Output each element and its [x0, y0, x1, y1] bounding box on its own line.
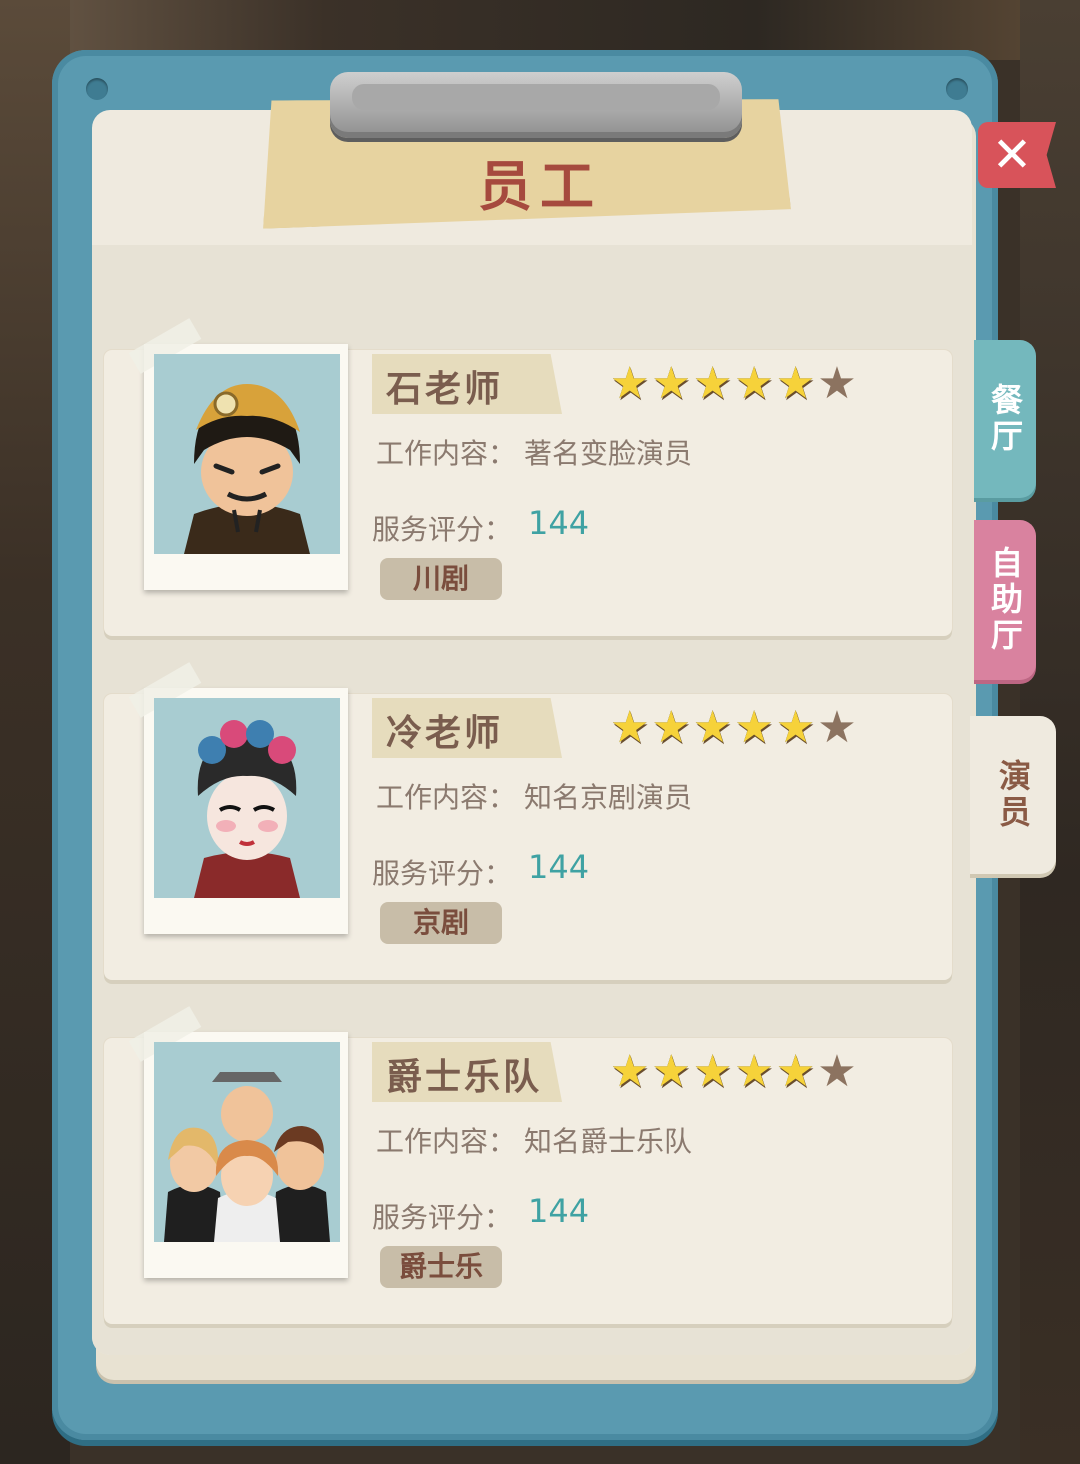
work-value: 著名变脸演员	[524, 437, 693, 470]
work-label: 工作内容：	[376, 781, 517, 814]
star-icon: ★	[651, 702, 691, 753]
work-value: 知名京剧演员	[524, 781, 693, 814]
screw-icon	[946, 78, 968, 100]
employee-photo	[128, 662, 348, 934]
face-changer-portrait-icon	[184, 384, 310, 554]
screw-icon	[86, 78, 108, 100]
tab-restaurant[interactable]: 餐厅	[974, 340, 1036, 498]
star-rating: ★ ★ ★ ★ ★ ★	[610, 706, 857, 750]
star-icon: ★	[817, 1046, 857, 1097]
star-icon: ★	[775, 702, 816, 753]
close-icon: ✕	[991, 127, 1033, 183]
employee-name: 冷老师	[386, 713, 504, 754]
work-value: 知名爵士乐队	[524, 1125, 693, 1158]
work-label: 工作内容：	[376, 437, 517, 470]
star-icon: ★	[692, 1046, 733, 1097]
clip-inner	[352, 84, 720, 110]
genre-tag: 京剧	[380, 902, 502, 944]
employee-photo	[128, 318, 348, 590]
star-icon: ★	[817, 358, 857, 409]
work-label: 工作内容：	[376, 1125, 517, 1158]
star-icon: ★	[651, 1046, 691, 1097]
tab-label: 自助厅	[986, 546, 1024, 654]
employee-card[interactable]: 石老师 ★ ★ ★ ★ ★ ★ 工作内容： 著名变脸演员 服务评分： 144 川剧	[104, 318, 952, 636]
star-icon: ★	[734, 1046, 774, 1097]
employee-card[interactable]: 冷老师 ★ ★ ★ ★ ★ ★ 工作内容： 知名京剧演员 服务评分： 144 京剧	[104, 662, 952, 980]
tab-label: 演员	[994, 759, 1032, 831]
tab-label: 餐厅	[986, 383, 1024, 455]
score-value: 144	[528, 1192, 590, 1230]
employee-name: 爵士乐队	[386, 1057, 543, 1098]
employee-photo	[128, 1006, 348, 1278]
star-icon: ★	[775, 358, 816, 409]
star-icon: ★	[692, 358, 733, 409]
peking-opera-portrait-icon	[194, 720, 300, 898]
star-icon: ★	[610, 702, 650, 753]
genre-tag: 川剧	[380, 558, 502, 600]
star-icon: ★	[651, 358, 691, 409]
score-label: 服务评分：	[372, 513, 513, 546]
star-icon: ★	[734, 358, 774, 409]
star-icon: ★	[775, 1046, 816, 1097]
star-rating: ★ ★ ★ ★ ★ ★	[610, 362, 857, 406]
star-icon: ★	[610, 358, 650, 409]
employee-card[interactable]: 爵士乐队 ★ ★ ★ ★ ★ ★ 工作内容： 知名爵士乐队 服务评分： 144 爵士乐	[104, 1006, 952, 1324]
star-icon: ★	[610, 1046, 650, 1097]
tab-actor[interactable]: 演员	[970, 716, 1056, 874]
genre-tag: 爵士乐	[380, 1246, 502, 1288]
employee-name: 石老师	[386, 369, 504, 410]
star-icon: ★	[692, 702, 733, 753]
page-title: 员工	[478, 155, 602, 218]
tab-buffet[interactable]: 自助厅	[974, 520, 1036, 680]
jazz-band-portrait-icon	[164, 1072, 330, 1242]
score-label: 服务评分：	[372, 857, 513, 890]
score-label: 服务评分：	[372, 1201, 513, 1234]
score-value: 144	[528, 504, 590, 542]
star-rating: ★ ★ ★ ★ ★ ★	[610, 1050, 857, 1094]
close-button[interactable]: ✕	[978, 122, 1056, 188]
score-value: 144	[528, 848, 590, 886]
star-icon: ★	[817, 702, 857, 753]
star-icon: ★	[734, 702, 774, 753]
